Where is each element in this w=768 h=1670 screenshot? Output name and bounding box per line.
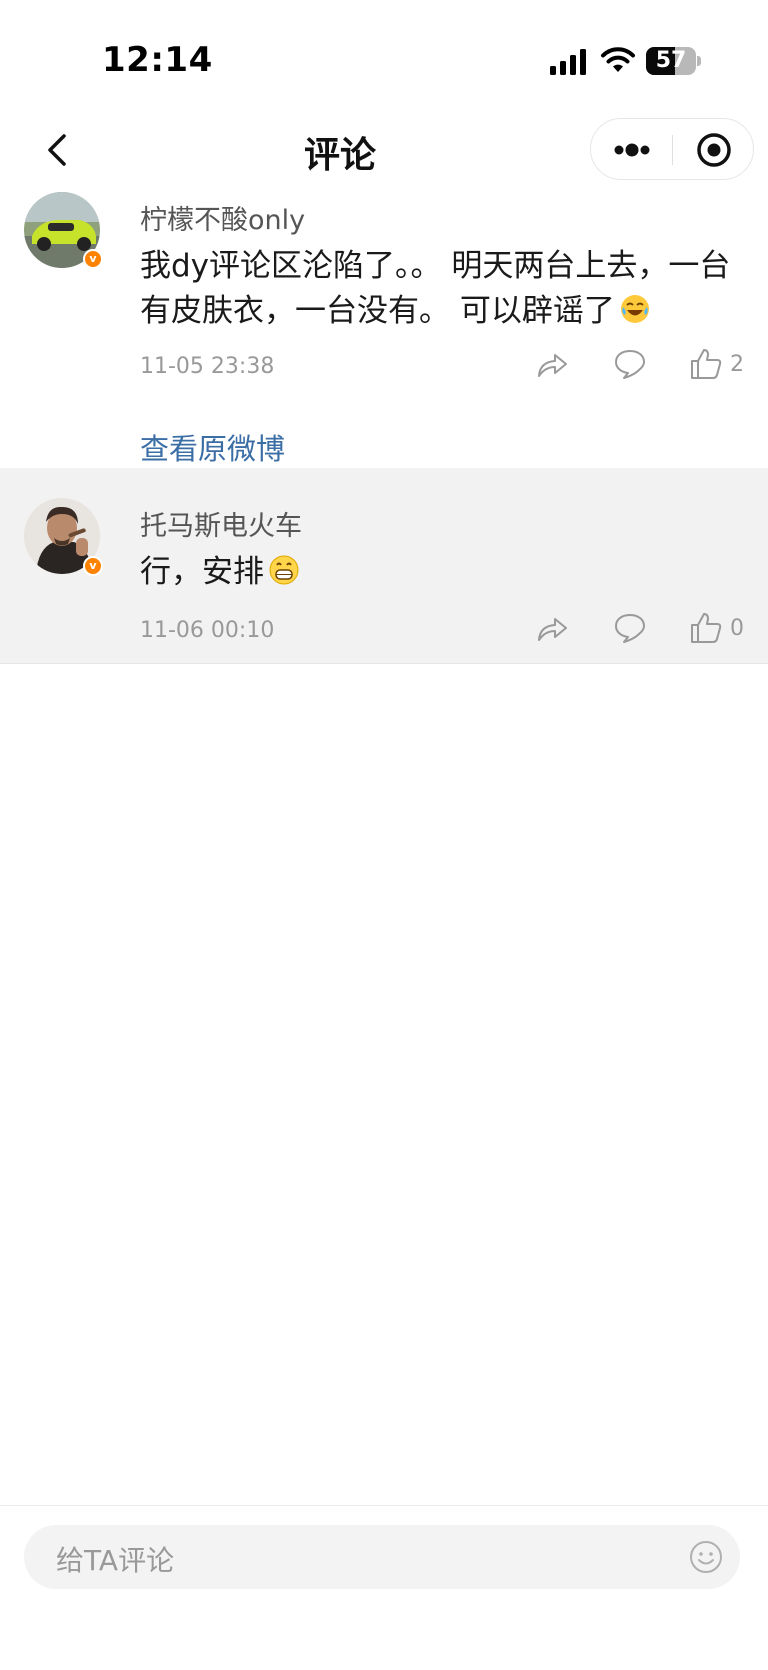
reply-comment-icon[interactable] [612,346,648,382]
smiley-icon[interactable] [688,1539,724,1575]
comment-text: 行，安排 [140,550,740,595]
status-time: 12:14 [102,40,213,80]
repost-icon[interactable] [534,610,570,646]
timestamp: 11-05 23:38 [140,354,275,379]
like-thumb-icon[interactable] [688,346,724,382]
reply-comment-icon[interactable] [612,610,648,646]
laughing-tears-emoji [620,295,649,323]
comment-body: 行，安排 [140,554,264,590]
verified-badge: v [83,249,103,269]
verified-badge: v [83,556,103,576]
like-thumb-icon[interactable] [688,610,724,646]
username[interactable]: 托马斯电火车 [140,504,302,543]
close-target-icon[interactable] [673,119,755,181]
username[interactable]: 柠檬不酸only [140,198,305,237]
cellular-signal-icon [550,49,586,75]
battery-icon: 57 [646,47,701,75]
grinning-emoji [269,555,299,585]
comment-text: 我dy评论区沦陷了。。 明天两台上去，一台有皮肤衣，一台没有。 可以辟谣了 [140,244,740,334]
wifi-icon [601,47,635,72]
nav-bar: 评论 [0,110,768,190]
comment-input-placeholder: 给TA评论 [56,1544,175,1577]
more-dots-icon[interactable] [591,119,673,181]
timestamp: 11-06 00:10 [140,618,275,643]
comment-input[interactable]: 给TA评论 [24,1525,740,1589]
mini-program-capsule [590,118,754,180]
page-title: 评论 [303,135,376,176]
bottom-bar: 给TA评论 [0,1505,768,1670]
view-original-link[interactable]: 查看原微博 [140,426,285,468]
comment-item: v 托马斯电火车 行，安排 11-06 00:10 0 [0,468,768,664]
battery-level: 57 [655,48,687,73]
comment-item: v 柠檬不酸only 我dy评论区沦陷了。。 明天两台上去，一台有皮肤衣，一台没… [0,190,768,468]
like-count: 2 [730,352,744,377]
repost-icon[interactable] [534,346,570,382]
status-bar: 12:14 57 [0,0,768,110]
like-count: 0 [730,616,744,641]
